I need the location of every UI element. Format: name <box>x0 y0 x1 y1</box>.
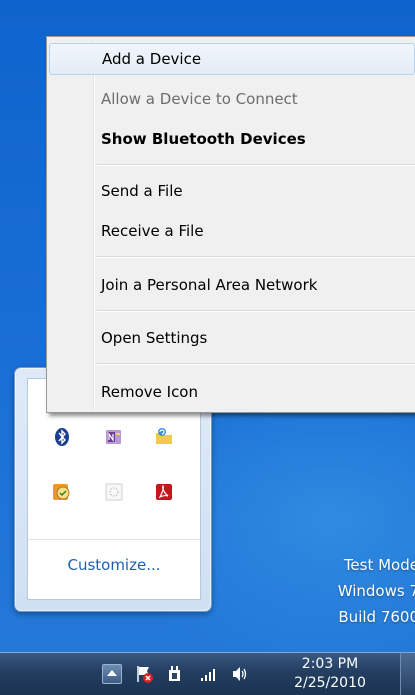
watermark-line-windows: Windows 7 <box>337 582 415 600</box>
taskbar-clock[interactable]: 2:03 PM 2/25/2010 <box>290 655 370 693</box>
menu-item-allow-a-device-to-connect: Allow a Device to Connect <box>101 90 298 108</box>
menu-item-receive-a-file[interactable]: Receive a File <box>49 215 415 247</box>
clock-date: 2/25/2010 <box>294 675 366 691</box>
taskbar: 2:03 PM 2/25/2010 <box>0 652 415 695</box>
overflow-divider <box>28 539 200 540</box>
signal-bars-icon[interactable] <box>198 664 218 684</box>
sync-center-icon[interactable] <box>52 482 72 502</box>
show-hidden-icons-button[interactable] <box>102 664 122 684</box>
menu-item-show-bluetooth-devices[interactable]: Show Bluetooth Devices <box>49 123 415 155</box>
acrobat-icon[interactable] <box>154 482 174 502</box>
menu-separator <box>97 164 415 166</box>
onenote-icon[interactable] <box>104 427 124 447</box>
action-center-flag-icon[interactable] <box>134 664 154 684</box>
bluetooth-context-menu: Add a Device Allow a Device to Connect S… <box>46 36 415 413</box>
menu-separator <box>97 310 415 312</box>
network-placeholder-icon[interactable] <box>104 482 124 502</box>
power-plug-icon[interactable] <box>165 664 185 684</box>
menu-item-send-a-file[interactable]: Send a File <box>49 175 415 207</box>
menu-separator <box>97 256 415 258</box>
customize-link[interactable]: Customize... <box>28 556 200 574</box>
test-mode-watermark: Test Mode Windows 7 Build 7600 <box>299 552 415 630</box>
menu-item-join-a-personal-area-network[interactable]: Join a Personal Area Network <box>49 269 415 301</box>
volume-icon[interactable] <box>230 664 250 684</box>
watermark-line-build: Build 7600 <box>338 608 415 626</box>
bluetooth-icon[interactable] <box>52 427 72 447</box>
menu-separator <box>97 363 415 365</box>
folder-sync-icon[interactable] <box>154 427 174 447</box>
menu-item-open-settings[interactable]: Open Settings <box>49 322 415 354</box>
menu-item-add-a-device[interactable]: Add a Device <box>49 43 415 75</box>
show-desktop-button[interactable] <box>400 653 415 695</box>
watermark-line-test-mode: Test Mode <box>343 556 415 574</box>
menu-item-remove-icon[interactable]: Remove Icon <box>49 376 415 408</box>
clock-time: 2:03 PM <box>301 656 359 672</box>
